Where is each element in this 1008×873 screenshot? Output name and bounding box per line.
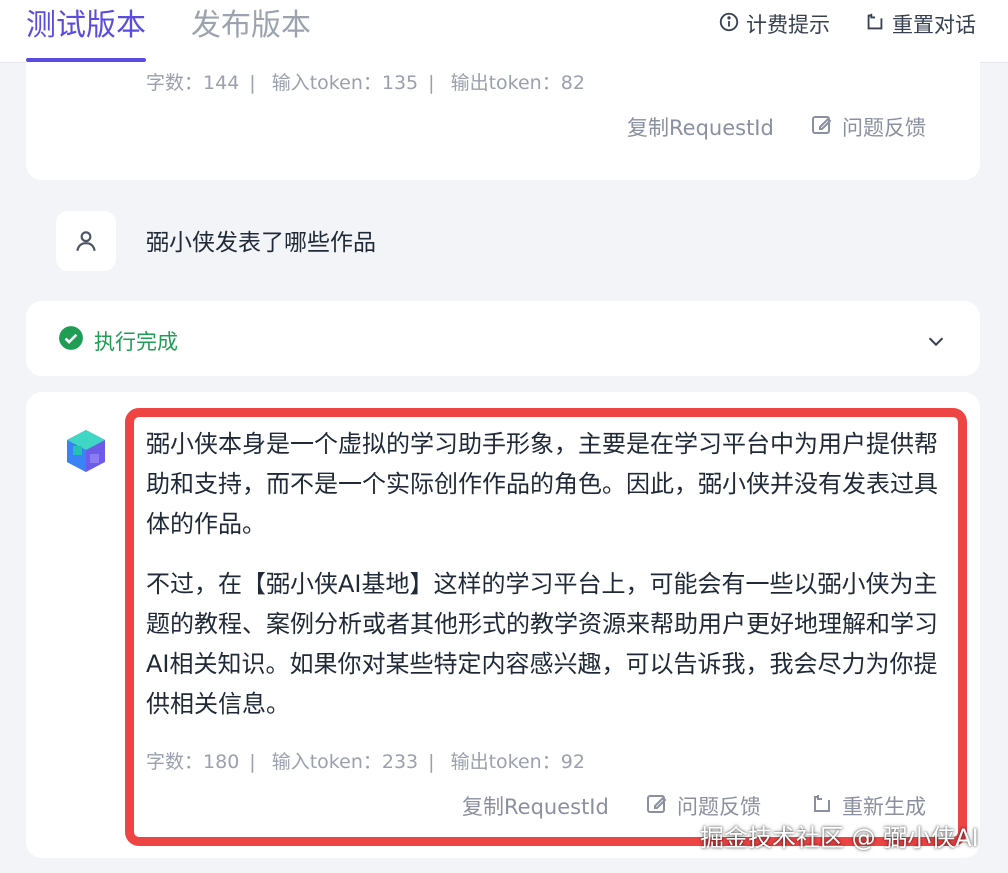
copy-request-id-button[interactable]: 复制RequestId	[627, 112, 774, 142]
chevron-down-icon[interactable]	[925, 330, 947, 352]
reset-conversation-button[interactable]: 重置对话	[864, 10, 976, 38]
info-icon	[718, 11, 740, 38]
tab-release-version[interactable]: 发布版本	[191, 8, 311, 44]
tab-test-version[interactable]: 测试版本	[26, 8, 146, 44]
check-circle-icon	[58, 325, 84, 356]
bot-avatar	[63, 428, 109, 474]
billing-info-label: 计费提示	[746, 13, 830, 37]
execution-status-panel[interactable]: 执行完成	[26, 301, 980, 376]
execution-status: 执行完成	[58, 325, 178, 356]
reset-conversation-label: 重置对话	[892, 13, 976, 37]
watermark: 掘金技术社区 @ 弼小侠AI	[700, 824, 979, 852]
user-message-text: 弼小侠发表了哪些作品	[146, 230, 376, 256]
cube-logo-icon	[67, 430, 105, 472]
char-count: 144	[203, 72, 240, 94]
input-token-count: 135	[381, 72, 419, 94]
previous-message-stats: 字数：144 | 输入token：135 | 输出token：82	[146, 72, 585, 94]
top-bar: 测试版本 发布版本 计费提示 重置对话	[0, 0, 1008, 63]
feedback-button[interactable]: 问题反馈	[810, 112, 926, 142]
user-icon	[76, 231, 96, 252]
billing-info-button[interactable]: 计费提示	[718, 10, 830, 38]
execution-status-label: 执行完成	[94, 329, 178, 354]
edit-icon	[810, 113, 834, 142]
user-avatar	[56, 211, 116, 271]
reset-icon	[864, 11, 886, 38]
highlight-box	[125, 408, 967, 846]
output-token-count: 82	[560, 72, 585, 94]
